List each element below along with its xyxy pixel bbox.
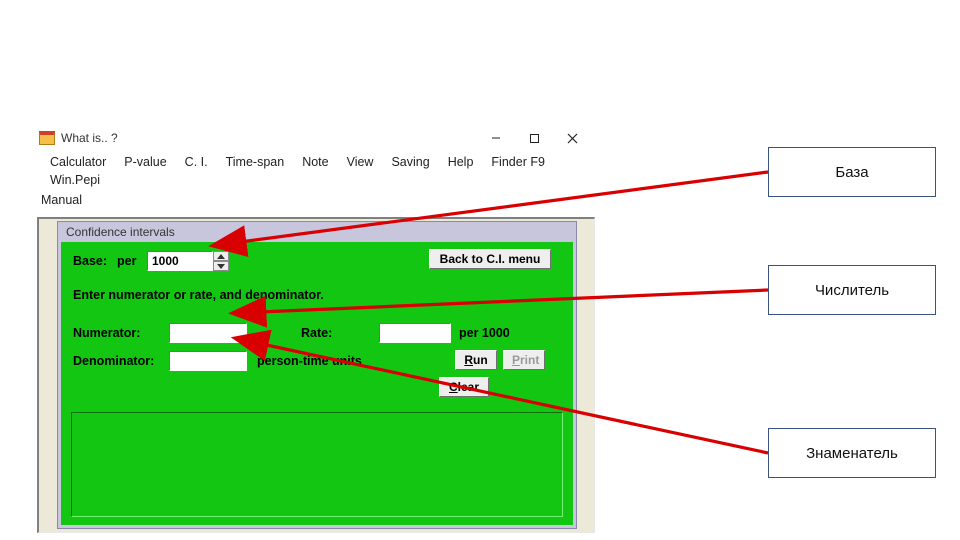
form-area: Base: per Back to C.I. menu Enter numera… (61, 242, 573, 525)
denominator-label: Denominator: (73, 354, 154, 368)
spinner-up-icon[interactable] (213, 251, 229, 261)
clear-button[interactable]: Clear (439, 377, 489, 397)
app-window: What is.. ? Calculator P-value C. I. Tim… (35, 127, 595, 533)
callout-denominator-label: Знаменатель (806, 445, 898, 462)
callout-base-label: База (835, 164, 868, 181)
run-button[interactable]: Run (455, 350, 497, 370)
menu-calculator[interactable]: Calculator (41, 153, 115, 171)
menu-note[interactable]: Note (293, 153, 337, 171)
base-label: Base: (73, 254, 107, 268)
maximize-button[interactable] (515, 127, 553, 149)
menu-ci[interactable]: C. I. (176, 153, 217, 171)
menu-pvalue[interactable]: P-value (115, 153, 175, 171)
menu-winpepi[interactable]: Win.Pepi (41, 171, 109, 189)
panel-title: Confidence intervals (66, 225, 175, 239)
app-icon (39, 131, 55, 145)
menu-view[interactable]: View (338, 153, 383, 171)
base-input[interactable] (147, 251, 213, 271)
menu-saving[interactable]: Saving (382, 153, 438, 171)
window-title: What is.. ? (61, 131, 118, 145)
callout-base: База (768, 147, 936, 197)
rate-label: Rate: (301, 326, 332, 340)
back-to-ci-menu-button[interactable]: Back to C.I. menu (429, 249, 551, 269)
callout-numerator-label: Числитель (815, 282, 889, 299)
close-button[interactable] (553, 127, 591, 149)
numerator-label: Numerator: (73, 326, 140, 340)
title-bar: What is.. ? (35, 127, 595, 149)
menu-manual[interactable]: Manual (41, 191, 589, 209)
minimize-button[interactable] (477, 127, 515, 149)
per-label: per (117, 254, 136, 268)
instruction-text: Enter numerator or rate, and denominator… (73, 288, 324, 302)
menu-finder[interactable]: Finder F9 (482, 153, 554, 171)
diagram-stage: What is.. ? Calculator P-value C. I. Tim… (0, 0, 960, 540)
spinner-down-icon[interactable] (213, 261, 229, 271)
callout-numerator: Числитель (768, 265, 936, 315)
numerator-input[interactable] (169, 323, 247, 343)
denominator-input[interactable] (169, 351, 247, 371)
ci-panel: Confidence intervals Base: per Back to C… (57, 221, 577, 529)
print-button[interactable]: Print (503, 350, 545, 370)
output-area (71, 412, 563, 517)
menu-timespan[interactable]: Time-span (217, 153, 294, 171)
denominator-suffix: person-time units (257, 354, 362, 368)
rate-suffix: per 1000 (459, 326, 510, 340)
menu-help[interactable]: Help (439, 153, 483, 171)
menu-bar: Calculator P-value C. I. Time-span Note … (35, 149, 595, 215)
base-spinner[interactable] (213, 251, 229, 271)
client-area: Confidence intervals Base: per Back to C… (37, 217, 595, 533)
rate-input[interactable] (379, 323, 451, 343)
callout-denominator: Знаменатель (768, 428, 936, 478)
